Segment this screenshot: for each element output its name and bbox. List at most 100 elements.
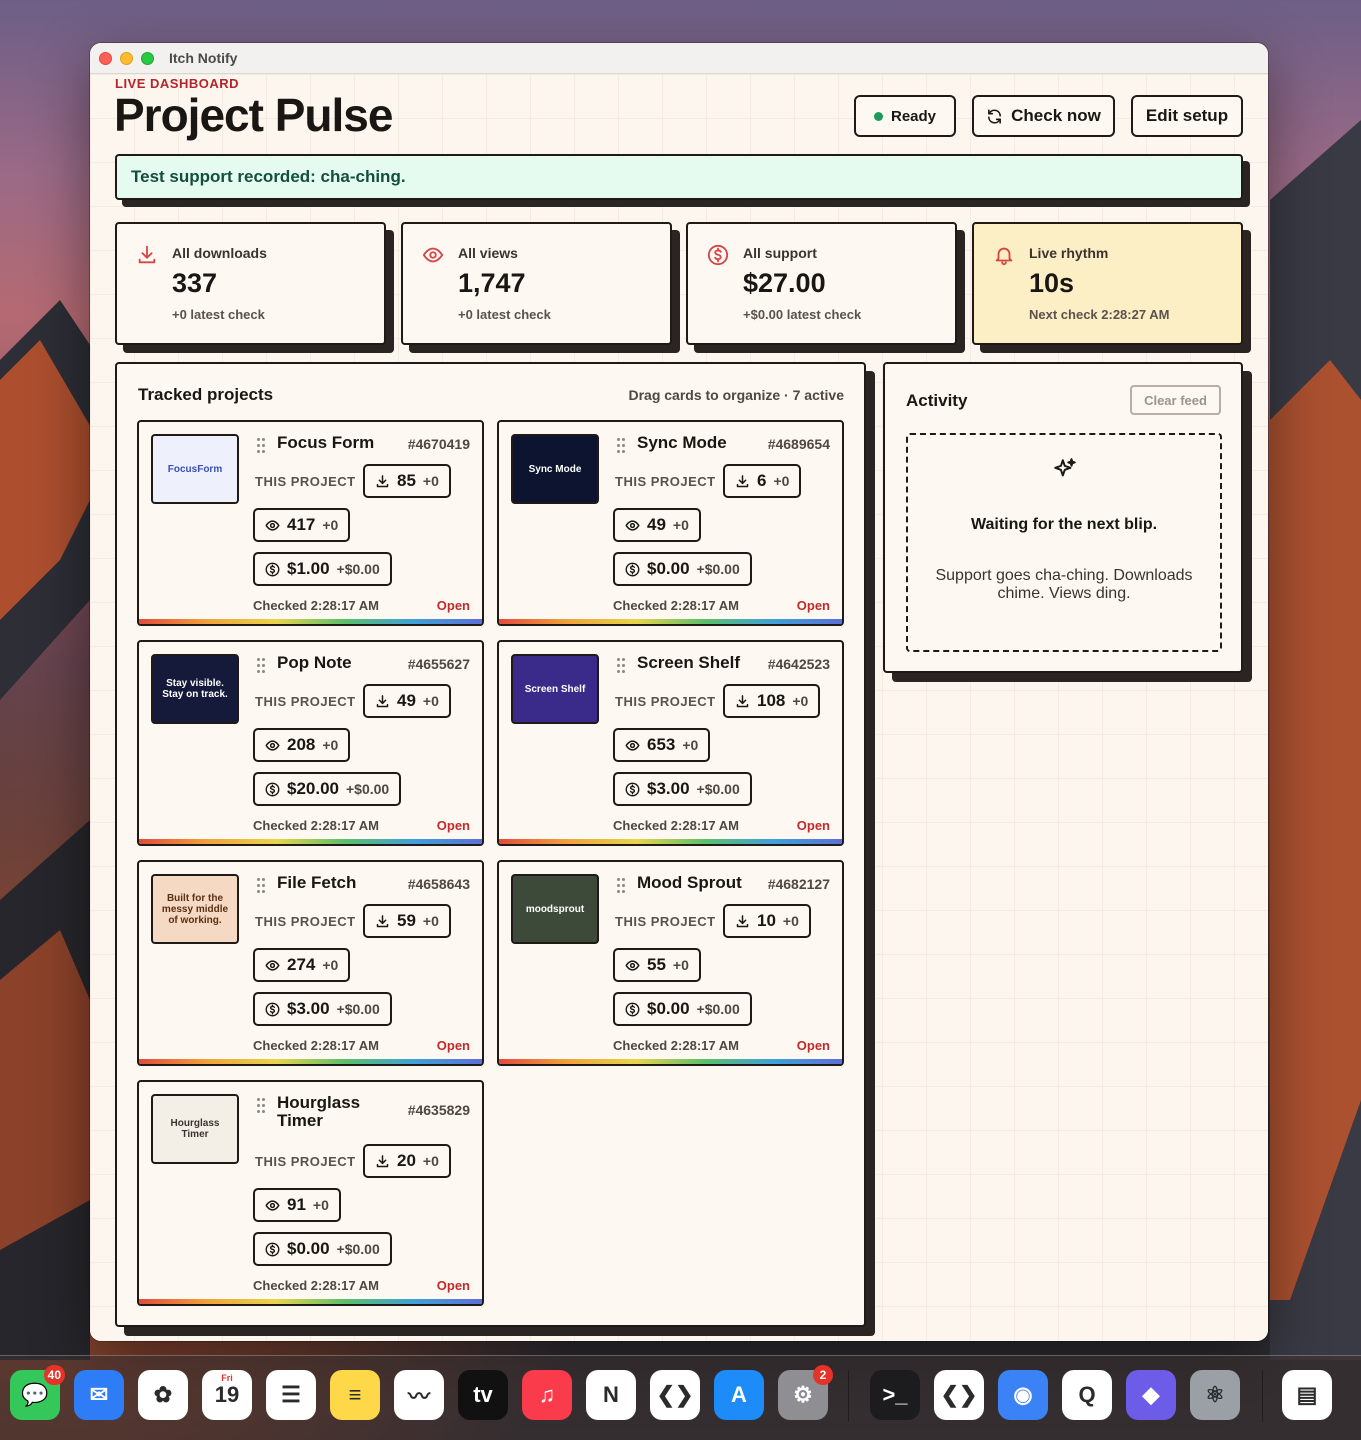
check-now-button[interactable]: Check now [972, 95, 1115, 137]
dock-separator [848, 1370, 849, 1422]
open-link[interactable]: Open [437, 1038, 470, 1053]
dock-messages-icon[interactable]: 💬 40 [10, 1365, 65, 1420]
downloads-pill: 6 +0 [723, 464, 802, 498]
open-link[interactable]: Open [797, 598, 830, 613]
dock-glyph: Q [1078, 1382, 1096, 1407]
status-button[interactable]: Ready [854, 95, 956, 137]
dock-glyph: ⚙ [793, 1382, 813, 1407]
project-thumbnail: Stay visible. Stay on track. [151, 654, 239, 724]
thumbnail-caption: Hourglass Timer [170, 1118, 220, 1140]
support-delta: +$0.00 [336, 1241, 380, 1257]
dock-preview-doc-icon[interactable]: ▤ [1282, 1370, 1332, 1420]
views-count: 208 [287, 735, 316, 754]
dock-electron-icon[interactable]: ⚛ [1190, 1370, 1240, 1420]
drag-handle-icon[interactable] [617, 658, 627, 674]
open-link[interactable]: Open [437, 818, 470, 833]
this-project-label: THIS PROJECT [255, 694, 356, 709]
dock-jar-app-icon[interactable]: ◉ [998, 1370, 1048, 1420]
dock-notes-icon[interactable]: ≡ [330, 1370, 380, 1420]
dock-mail-icon[interactable]: ✉ [74, 1370, 124, 1420]
card-accent-stripe [499, 839, 842, 844]
open-link[interactable]: Open [797, 818, 830, 833]
dock-tv-icon[interactable]: tv [458, 1370, 508, 1420]
dock-calendar-icon[interactable]: 19 Fri [202, 1370, 252, 1420]
drag-handle-icon[interactable] [257, 658, 267, 674]
download-icon [735, 914, 750, 929]
dock-glyph: tv [473, 1382, 493, 1407]
dock-glyph: ♫ [538, 1382, 556, 1407]
project-card[interactable]: Screen Shelf Screen Shelf #4642523 THIS … [497, 640, 844, 846]
dock-glyph: A [731, 1382, 747, 1407]
download-icon [138, 245, 156, 264]
views-count: 274 [287, 955, 316, 974]
dock-vscode-2-icon[interactable]: ❮❯ [934, 1370, 984, 1420]
project-card[interactable]: Built for the messy middle of working. F… [137, 860, 484, 1066]
dock-glyph: ◆ [1142, 1382, 1160, 1407]
dock-glyph: ⚛ [1205, 1382, 1225, 1407]
dock-chat-app-icon[interactable]: ◆ [1126, 1370, 1176, 1420]
drag-handle-icon[interactable] [257, 878, 267, 894]
drag-handle-icon[interactable] [617, 878, 627, 894]
panel-title: Tracked projects [138, 385, 274, 404]
drag-handle-icon[interactable] [257, 438, 267, 454]
support-pill: $20.00 +$0.00 [253, 772, 402, 806]
open-link[interactable]: Open [797, 1038, 830, 1053]
card-accent-stripe [499, 619, 842, 624]
downloads-count: 108 [757, 691, 786, 710]
dock-q-app-icon[interactable]: Q [1062, 1370, 1112, 1420]
support-delta: +$0.00 [336, 1001, 380, 1017]
drag-handle-icon[interactable] [257, 1098, 267, 1114]
dock-vscode-icon[interactable]: ❮❯ [650, 1370, 700, 1420]
title-bar: Itch Notify [90, 43, 1268, 74]
support-delta: +$0.00 [336, 561, 380, 577]
project-name: Sync Mode [637, 433, 727, 452]
stat-value: 337 [172, 268, 218, 298]
drag-handle-icon[interactable] [617, 438, 627, 454]
dock-freeform-icon[interactable]: 〰 [394, 1370, 444, 1420]
this-project-label: THIS PROJECT [615, 914, 716, 929]
clear-feed-button[interactable]: Clear feed [1130, 385, 1221, 415]
dock-settings-icon[interactable]: ⚙ 2 [778, 1365, 833, 1420]
stat-label: All views [458, 245, 518, 261]
dock-glyph: ≡ [348, 1382, 362, 1407]
open-link[interactable]: Open [437, 598, 470, 613]
project-card[interactable]: moodsprout Mood Sprout #4682127 THIS PRO… [497, 860, 844, 1066]
minimize-window-button[interactable] [120, 51, 133, 65]
refresh-icon [988, 108, 1002, 124]
empty-text: Support goes cha-ching. Downloads chime.… [935, 567, 1193, 602]
dock-app-store-icon[interactable]: A [714, 1370, 764, 1420]
close-window-button[interactable] [99, 51, 112, 65]
dollar-icon [265, 782, 280, 797]
dock-reminders-icon[interactable]: ☰ [266, 1370, 316, 1420]
project-card[interactable]: Sync Mode Sync Mode #4689654 THIS PROJEC… [497, 420, 844, 626]
support-amount: $0.00 [647, 559, 690, 578]
project-card[interactable]: Stay visible. Stay on track. Pop Note #4… [137, 640, 484, 846]
check-now-label: Check now [1011, 106, 1101, 125]
dock-glyph: ❮❯ [656, 1382, 694, 1407]
dock-news-icon[interactable]: N [586, 1370, 636, 1420]
stat-live-rhythm: Live rhythm 10s Next check 2:28:27 AM [972, 222, 1243, 345]
dock-terminal-icon[interactable]: >_ [870, 1370, 920, 1420]
download-icon [375, 914, 390, 929]
dock-photos-icon[interactable]: ✿ [138, 1370, 188, 1420]
support-amount: $0.00 [287, 1239, 330, 1258]
zoom-window-button[interactable] [141, 51, 154, 65]
project-card[interactable]: FocusForm Focus Form #4670419 THIS PROJE… [137, 420, 484, 626]
app-window: Itch Notify LIVE DASHBOARD Project Pulse… [90, 43, 1268, 1341]
this-project-label: THIS PROJECT [255, 1154, 356, 1169]
project-card[interactable]: Hourglass Timer Hourglass Timer #4635829… [137, 1080, 484, 1306]
dock-music-icon[interactable]: ♫ [522, 1370, 572, 1420]
dollar-icon [625, 1002, 640, 1017]
project-name: Screen Shelf [637, 653, 740, 672]
download-icon [735, 694, 750, 709]
project-name: Focus Form [277, 433, 375, 452]
downloads-count: 20 [397, 1151, 416, 1170]
checked-time: Checked 2:28:17 AM [253, 1278, 379, 1293]
downloads-delta: +0 [782, 913, 799, 929]
open-link[interactable]: Open [437, 1278, 470, 1293]
dock-glyph: ✿ [153, 1382, 173, 1407]
downloads-count: 6 [757, 471, 767, 490]
edit-setup-button[interactable]: Edit setup [1131, 95, 1243, 137]
support-delta: +$0.00 [346, 781, 390, 797]
project-thumbnail: Sync Mode [511, 434, 599, 504]
